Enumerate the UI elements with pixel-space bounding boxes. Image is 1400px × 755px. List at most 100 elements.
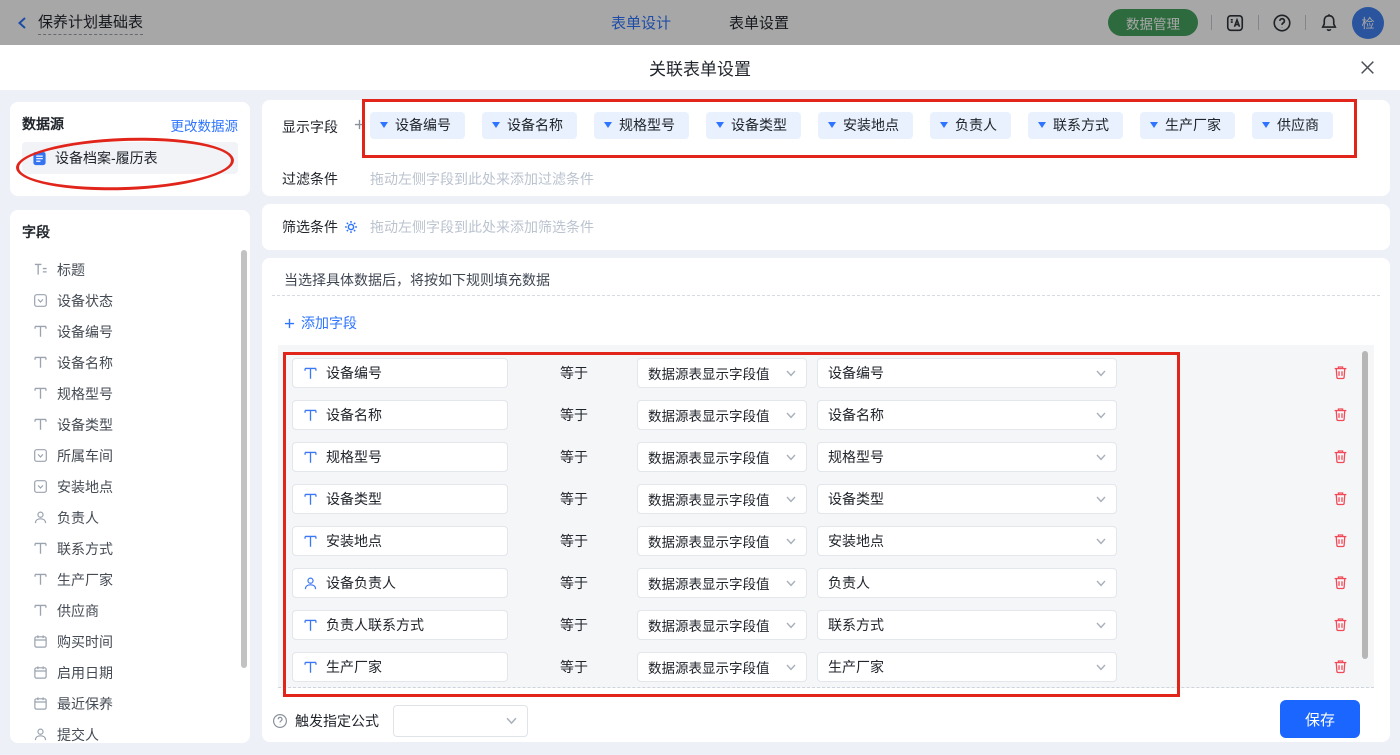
source-field-select[interactable]: 设备类型 bbox=[817, 484, 1117, 514]
field-list-item[interactable]: 所属车间 bbox=[10, 440, 250, 471]
field-type-icon bbox=[303, 366, 318, 381]
source-field-select[interactable]: 负责人 bbox=[817, 568, 1117, 598]
chip-label: 安装地点 bbox=[843, 115, 899, 135]
equals-label: 等于 bbox=[560, 531, 610, 551]
help-icon[interactable] bbox=[1272, 13, 1292, 33]
rule-field-box[interactable]: 生产厂家 bbox=[292, 652, 508, 682]
dashed-divider bbox=[272, 295, 1380, 296]
field-list-item[interactable]: 最近保养 bbox=[10, 688, 250, 719]
fields-scrollbar-thumb[interactable] bbox=[241, 250, 247, 668]
field-list-item[interactable]: 提交人 bbox=[10, 719, 250, 743]
field-type-icon bbox=[32, 324, 48, 340]
display-field-chip[interactable]: 规格型号 bbox=[594, 112, 689, 139]
field-list-item[interactable]: 设备类型 bbox=[10, 409, 250, 440]
language-icon[interactable] bbox=[1225, 13, 1245, 33]
chevron-down-icon bbox=[786, 412, 796, 419]
avatar[interactable]: 检 bbox=[1352, 7, 1384, 39]
source-field-select[interactable]: 设备编号 bbox=[817, 358, 1117, 388]
source-field-label: 规格型号 bbox=[828, 447, 884, 467]
trigger-formula-select[interactable] bbox=[393, 705, 528, 737]
display-field-chip[interactable]: 负责人 bbox=[930, 112, 1011, 139]
source-value-select[interactable]: 数据源表显示字段值 bbox=[637, 526, 807, 556]
header-tabs: 表单设计 表单设置 bbox=[611, 0, 789, 45]
field-list-item[interactable]: 规格型号 bbox=[10, 378, 250, 409]
chevron-down-icon bbox=[1096, 412, 1106, 419]
rule-field-box[interactable]: 设备编号 bbox=[292, 358, 508, 388]
fields-list: 标题 设备状态 bbox=[10, 254, 250, 743]
field-list-item[interactable]: 设备名称 bbox=[10, 347, 250, 378]
display-field-chip[interactable]: 生产厂家 bbox=[1140, 112, 1235, 139]
source-field-select[interactable]: 设备名称 bbox=[817, 400, 1117, 430]
trash-icon[interactable] bbox=[1332, 364, 1349, 381]
source-value-select[interactable]: 数据源表显示字段值 bbox=[637, 442, 807, 472]
datasource-selected-item[interactable]: 设备档案-履历表 bbox=[22, 142, 238, 174]
tab-form-settings[interactable]: 表单设置 bbox=[729, 12, 789, 33]
gear-icon[interactable] bbox=[344, 220, 358, 234]
source-value-select[interactable]: 数据源表显示字段值 bbox=[637, 568, 807, 598]
field-list-item[interactable]: 联系方式 bbox=[10, 533, 250, 564]
display-field-chip[interactable]: 设备名称 bbox=[482, 112, 577, 139]
trash-icon[interactable] bbox=[1332, 406, 1349, 423]
change-datasource-link[interactable]: 更改数据源 bbox=[171, 115, 239, 135]
chip-label: 规格型号 bbox=[619, 115, 675, 135]
source-field-select[interactable]: 安装地点 bbox=[817, 526, 1117, 556]
source-value-select[interactable]: 数据源表显示字段值 bbox=[637, 484, 807, 514]
rule-field-box[interactable]: 设备名称 bbox=[292, 400, 508, 430]
display-field-chip[interactable]: 供应商 bbox=[1252, 112, 1333, 139]
display-field-chip[interactable]: 安装地点 bbox=[818, 112, 913, 139]
back-button[interactable]: 保养计划基础表 bbox=[16, 0, 143, 45]
trash-icon[interactable] bbox=[1332, 658, 1349, 675]
field-list-item[interactable]: 购买时间 bbox=[10, 626, 250, 657]
screen-drop-zone[interactable]: 拖动左侧字段到此处来添加筛选条件 bbox=[370, 217, 594, 237]
question-circle-icon[interactable] bbox=[272, 713, 288, 729]
source-value-select[interactable]: 数据源表显示字段值 bbox=[637, 358, 807, 388]
display-field-chip[interactable]: 设备编号 bbox=[370, 112, 465, 139]
source-field-select[interactable]: 生产厂家 bbox=[817, 652, 1117, 682]
data-manage-button[interactable]: 数据管理 bbox=[1108, 9, 1198, 36]
rule-field-box[interactable]: 负责人联系方式 bbox=[292, 610, 508, 640]
field-list-item[interactable]: 设备状态 bbox=[10, 285, 250, 316]
add-field-button[interactable]: 添加字段 bbox=[284, 313, 357, 333]
field-list-item[interactable]: 安装地点 bbox=[10, 471, 250, 502]
rule-field-box[interactable]: 安装地点 bbox=[292, 526, 508, 556]
rule-field-box[interactable]: 规格型号 bbox=[292, 442, 508, 472]
trash-icon[interactable] bbox=[1332, 532, 1349, 549]
source-field-select[interactable]: 规格型号 bbox=[817, 442, 1117, 472]
trash-icon[interactable] bbox=[1332, 490, 1349, 507]
rule-field-box[interactable]: 设备负责人 bbox=[292, 568, 508, 598]
save-button[interactable]: 保存 bbox=[1280, 700, 1360, 738]
chevron-down-icon bbox=[786, 496, 796, 503]
trash-icon[interactable] bbox=[1332, 448, 1349, 465]
filter-drop-zone[interactable]: 拖动左侧字段到此处来添加过滤条件 bbox=[370, 169, 594, 189]
caret-down-icon bbox=[492, 122, 500, 128]
source-value-select[interactable]: 数据源表显示字段值 bbox=[637, 652, 807, 682]
trash-icon[interactable] bbox=[1332, 616, 1349, 633]
chevron-down-icon bbox=[1096, 370, 1106, 377]
display-field-chip[interactable]: 设备类型 bbox=[706, 112, 801, 139]
rule-field-label: 设备负责人 bbox=[326, 573, 396, 593]
field-list-item[interactable]: 负责人 bbox=[10, 502, 250, 533]
add-display-field-icon[interactable] bbox=[354, 119, 365, 130]
plus-icon bbox=[284, 318, 295, 329]
bell-icon[interactable] bbox=[1319, 13, 1339, 33]
source-value-label: 数据源表显示字段值 bbox=[648, 573, 770, 593]
field-list-item[interactable]: 标题 bbox=[10, 254, 250, 285]
field-type-icon bbox=[32, 479, 48, 495]
caret-down-icon bbox=[1262, 122, 1270, 128]
chevron-down-icon bbox=[1096, 538, 1106, 545]
close-icon[interactable] bbox=[1359, 59, 1376, 76]
field-list-item[interactable]: 设备编号 bbox=[10, 316, 250, 347]
field-type-icon bbox=[32, 696, 48, 712]
equals-label: 等于 bbox=[560, 615, 610, 635]
rule-field-box[interactable]: 设备类型 bbox=[292, 484, 508, 514]
field-list-item[interactable]: 启用日期 bbox=[10, 657, 250, 688]
source-value-select[interactable]: 数据源表显示字段值 bbox=[637, 400, 807, 430]
source-field-select[interactable]: 联系方式 bbox=[817, 610, 1117, 640]
source-value-select[interactable]: 数据源表显示字段值 bbox=[637, 610, 807, 640]
display-field-chip[interactable]: 联系方式 bbox=[1028, 112, 1123, 139]
field-list-item[interactable]: 生产厂家 bbox=[10, 564, 250, 595]
field-list-item[interactable]: 供应商 bbox=[10, 595, 250, 626]
field-item-label: 设备编号 bbox=[57, 322, 113, 342]
tab-form-design[interactable]: 表单设计 bbox=[611, 12, 671, 33]
trash-icon[interactable] bbox=[1332, 574, 1349, 591]
